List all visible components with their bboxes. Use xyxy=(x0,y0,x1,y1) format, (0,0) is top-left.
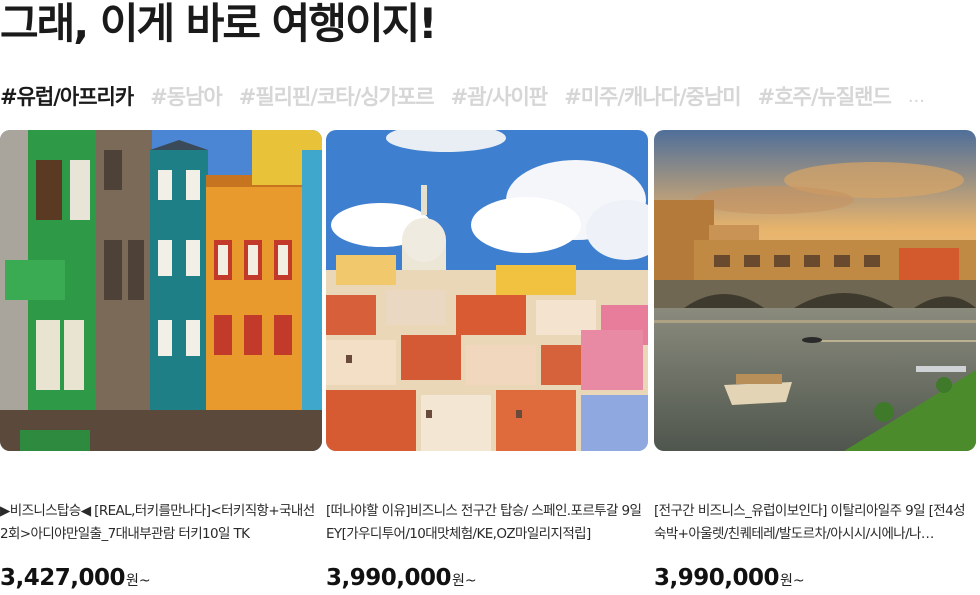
lisbon-rooftops-illustration xyxy=(326,130,648,451)
tab-philippines-singapore[interactable]: #필리핀/코타/싱가포르 xyxy=(239,82,435,112)
tabs-overflow-indicator: ... xyxy=(907,86,925,107)
istanbul-houses-illustration xyxy=(0,130,322,451)
product-image-lisbon[interactable] xyxy=(326,130,648,451)
tab-guam-saipan[interactable]: #괌/사이판 xyxy=(451,82,549,112)
region-tabs: #유럽/아프리카 #동남아 #필리핀/코타/싱가포르 #괌/사이판 #미주/캐나… xyxy=(0,80,980,114)
florence-bridge-illustration xyxy=(654,130,976,451)
product-card[interactable]: [전구간 비즈니스_유럽이보인다] 이탈리아일주 9일 [전4성숙박+아울렛/친… xyxy=(654,130,976,591)
product-card[interactable]: ▶비즈니스탑승◀ [REAL,터키를만나다]<터키직항+국내선2회>아디야만일출… xyxy=(0,130,322,591)
price-unit: 원~ xyxy=(780,573,805,589)
product-price: 3,990,000 xyxy=(654,565,780,591)
price-unit: 원~ xyxy=(126,573,151,589)
tab-australia-newzealand[interactable]: #호주/뉴질랜드 xyxy=(758,82,892,112)
product-price: 3,990,000 xyxy=(326,565,452,591)
product-image-istanbul[interactable] xyxy=(0,130,322,451)
product-title[interactable]: [떠나야할 이유]비즈니스 전구간 탑승/ 스페인.포르투갈 9일 EY[가우디… xyxy=(326,500,644,546)
page: 그래, 이게 바로 여행이지! #유럽/아프리카 #동남아 #필리핀/코타/싱가… xyxy=(0,0,980,595)
product-title[interactable]: ▶비즈니스탑승◀ [REAL,터키를만나다]<터키직항+국내선2회>아디야만일출… xyxy=(0,500,318,546)
tab-europe-africa[interactable]: #유럽/아프리카 xyxy=(0,82,134,112)
product-price: 3,427,000 xyxy=(0,565,126,591)
section-headline: 그래, 이게 바로 여행이지! xyxy=(0,0,437,48)
product-card[interactable]: [떠나야할 이유]비즈니스 전구간 탑승/ 스페인.포르투갈 9일 EY[가우디… xyxy=(326,130,648,591)
price-row: 3,990,000원~ xyxy=(326,565,477,591)
product-image-florence[interactable] xyxy=(654,130,976,451)
price-row: 3,990,000원~ xyxy=(654,565,805,591)
price-unit: 원~ xyxy=(452,573,477,589)
tab-americas-canada[interactable]: #미주/캐나다/중남미 xyxy=(564,82,741,112)
price-row: 3,427,000원~ xyxy=(0,565,151,591)
product-title[interactable]: [전구간 비즈니스_유럽이보인다] 이탈리아일주 9일 [전4성숙박+아울렛/친… xyxy=(654,500,972,546)
tab-southeast-asia[interactable]: #동남아 xyxy=(150,82,223,112)
